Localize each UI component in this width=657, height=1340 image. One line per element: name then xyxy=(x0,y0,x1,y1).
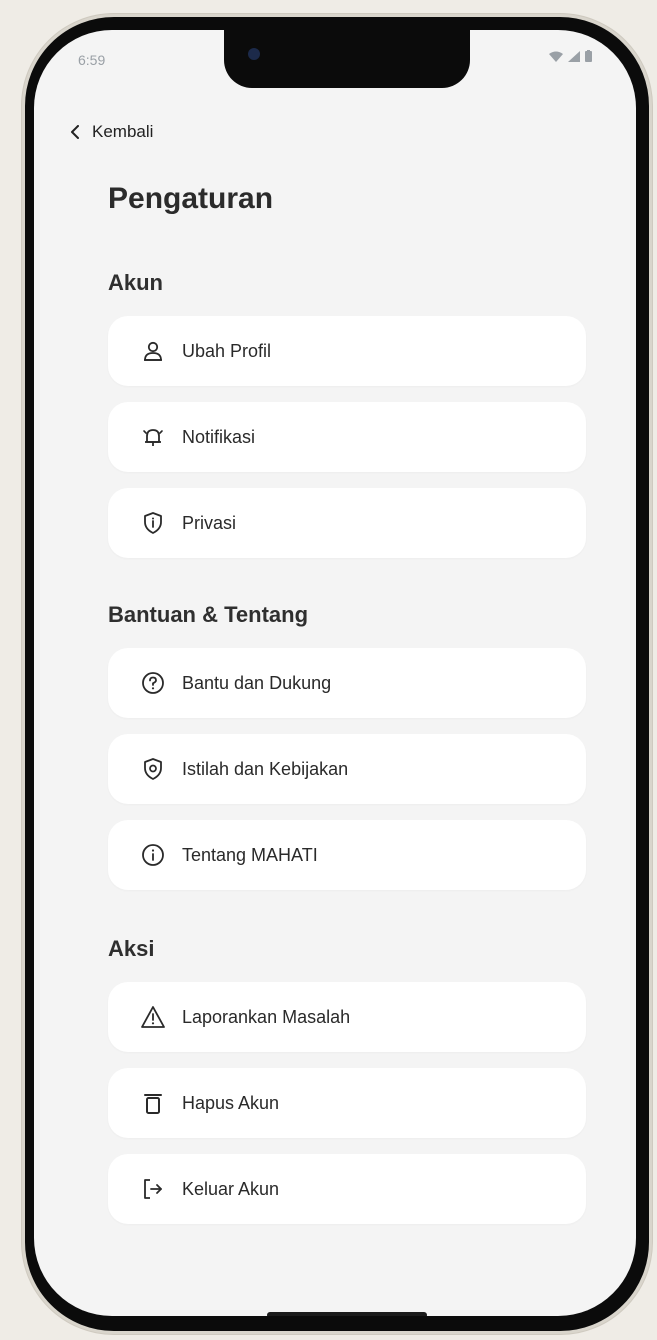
back-button[interactable]: Kembali xyxy=(70,122,153,142)
settings-item-privasi[interactable]: Privasi xyxy=(108,488,586,558)
trash-icon xyxy=(140,1090,166,1116)
bell-icon xyxy=(140,424,166,450)
at-sign-icon xyxy=(140,756,166,782)
app-screen: 6:59 Kembali Pengaturan Akun Ubah Profil… xyxy=(34,30,636,1316)
settings-item-keluar-akun[interactable]: Keluar Akun xyxy=(108,1154,586,1224)
item-label: Ubah Profil xyxy=(182,340,272,361)
section-label-aksi: Aksi xyxy=(108,936,155,961)
battery-icon xyxy=(585,50,592,62)
home-indicator[interactable] xyxy=(267,1312,427,1316)
item-label: Hapus Akun xyxy=(182,1092,280,1113)
status-time: 6:59 xyxy=(78,52,106,68)
signal-icon xyxy=(568,50,580,62)
settings-item-laporan[interactable]: Laporankan Masalah xyxy=(108,982,586,1052)
section-label-akun: Akun xyxy=(108,270,163,295)
wifi-icon xyxy=(549,51,563,62)
item-label: Bantu dan Dukung xyxy=(182,672,332,693)
status-icons xyxy=(549,50,592,62)
user-icon xyxy=(140,338,166,364)
help-circle-icon xyxy=(140,670,166,696)
camera-icon xyxy=(248,48,260,60)
notch xyxy=(224,30,470,88)
back-label: Kembali xyxy=(92,122,154,141)
item-label: Privasi xyxy=(182,512,237,533)
item-label: Istilah dan Kebijakan xyxy=(182,758,349,779)
logout-icon xyxy=(140,1176,166,1202)
item-label: Notifikasi xyxy=(182,426,256,447)
section-label-bantuan: Bantuan & Tentang xyxy=(108,602,309,627)
page-title: Pengaturan xyxy=(108,182,274,215)
info-icon xyxy=(140,842,166,868)
item-label: Laporankan Masalah xyxy=(182,1006,351,1027)
item-label: Tentang MAHATI xyxy=(182,844,318,865)
settings-item-notifikasi[interactable]: Notifikasi xyxy=(108,402,586,472)
warning-icon xyxy=(140,1004,166,1030)
settings-item-istilah-kebijakan[interactable]: Istilah dan Kebijakan xyxy=(108,734,586,804)
settings-item-ubah-profil[interactable]: Ubah Profil xyxy=(108,316,586,386)
chevron-left-icon xyxy=(71,125,79,139)
settings-item-bantu-dukung[interactable]: Bantu dan Dukung xyxy=(108,648,586,718)
settings-item-tentang[interactable]: Tentang MAHATI xyxy=(108,820,586,890)
settings-item-hapus-akun[interactable]: Hapus Akun xyxy=(108,1068,586,1138)
item-label: Keluar Akun xyxy=(182,1178,280,1199)
shield-icon xyxy=(140,510,166,536)
